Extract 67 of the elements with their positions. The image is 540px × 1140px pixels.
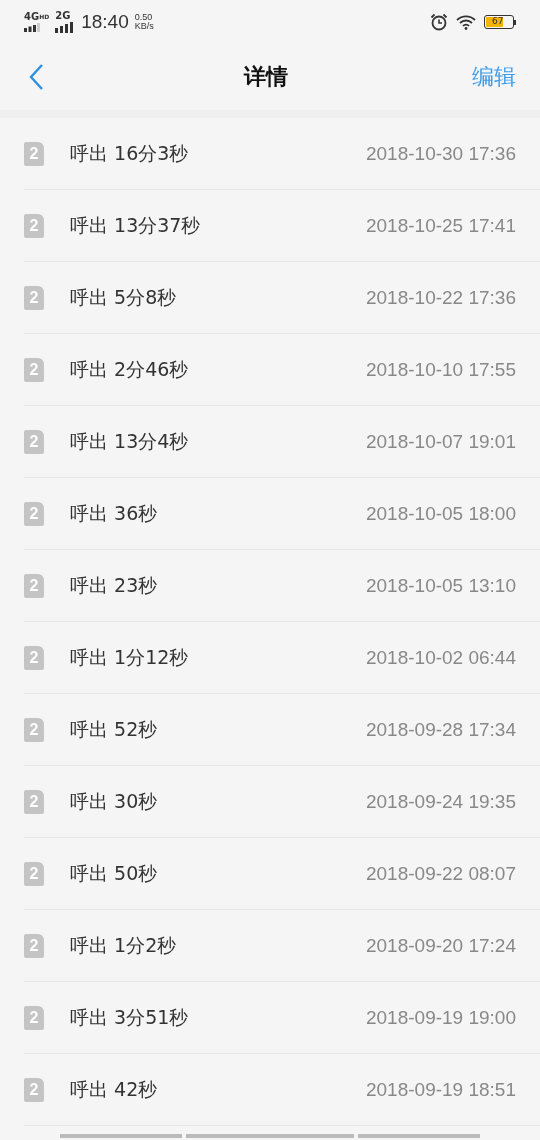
call-time: 2018-10-25 17:41	[366, 214, 516, 237]
call-duration: 呼出 13分4秒	[70, 428, 190, 454]
call-time: 2018-10-05 18:00	[366, 502, 516, 525]
call-duration: 呼出 50秒	[70, 860, 159, 886]
call-time: 2018-09-28 17:34	[366, 718, 516, 741]
sim-card-icon: 2	[24, 861, 44, 886]
battery-icon: 67	[484, 15, 516, 29]
call-duration: 呼出 36秒	[70, 500, 159, 526]
call-time: 2018-10-22 17:36	[366, 286, 516, 309]
call-time: 2018-09-20 17:24	[366, 934, 516, 957]
call-time: 2018-09-22 08:07	[366, 862, 516, 885]
call-time: 2018-09-19 19:00	[366, 1006, 516, 1029]
call-log-item[interactable]: 2 呼出 42秒 2018-09-19 18:51	[24, 1054, 540, 1126]
call-time: 2018-10-02 06:44	[366, 646, 516, 669]
clock-time: 18:40	[81, 11, 129, 33]
call-duration: 呼出 3分51秒	[70, 1004, 190, 1030]
call-time: 2018-09-19 18:51	[366, 1078, 516, 1101]
speed-unit: KB/s	[134, 22, 154, 31]
call-log-item[interactable]: 2 呼出 23秒 2018-10-05 13:10	[24, 550, 540, 622]
network-label: 2G	[55, 11, 71, 21]
sim-card-icon: 2	[24, 1077, 44, 1102]
page-title: 详情	[244, 63, 288, 91]
call-log-item[interactable]: 2 呼出 1分12秒 2018-10-02 06:44	[24, 622, 540, 694]
speed-value: 0.50	[134, 13, 154, 22]
back-icon[interactable]	[28, 63, 44, 91]
call-log-item[interactable]: 2 呼出 50秒 2018-09-22 08:07	[24, 838, 540, 910]
call-duration: 呼出 1分2秒	[70, 932, 178, 958]
call-time: 2018-10-07 19:01	[366, 430, 516, 453]
wifi-icon	[456, 14, 476, 30]
call-duration: 呼出 30秒	[70, 788, 159, 814]
call-log-item[interactable]: 2 呼出 5分8秒 2018-10-22 17:36	[24, 262, 540, 334]
call-time: 2018-09-24 19:35	[366, 790, 516, 813]
call-log-item[interactable]: 2 呼出 30秒 2018-09-24 19:35	[24, 766, 540, 838]
sim-card-icon: 2	[24, 501, 44, 526]
signal-icon	[24, 23, 40, 32]
sim-card-icon: 2	[24, 717, 44, 742]
sim-card-icon: 2	[24, 789, 44, 814]
sim-card-icon: 2	[24, 429, 44, 454]
call-time: 2018-10-10 17:55	[366, 358, 516, 381]
call-duration: 呼出 2分46秒	[70, 356, 190, 382]
sim-card-icon: 2	[24, 645, 44, 670]
call-duration: 呼出 42秒	[70, 1076, 159, 1102]
call-log-item[interactable]: 2 呼出 2分46秒 2018-10-10 17:55	[24, 334, 540, 406]
call-log-item[interactable]: 2 呼出 3分51秒 2018-09-19 19:00	[24, 982, 540, 1054]
call-log-item[interactable]: 2 呼出 36秒 2018-10-05 18:00	[24, 478, 540, 550]
call-duration: 呼出 13分37秒	[70, 212, 202, 238]
sim-card-icon: 2	[24, 573, 44, 598]
alarm-icon	[430, 13, 448, 31]
call-duration: 呼出 52秒	[70, 716, 159, 742]
call-log-item[interactable]: 2 呼出 13分37秒 2018-10-25 17:41	[24, 190, 540, 262]
call-duration: 呼出 5分8秒	[70, 284, 178, 310]
call-time: 2018-10-30 17:36	[366, 142, 516, 165]
call-log-item[interactable]: 2 呼出 52秒 2018-09-28 17:34	[24, 694, 540, 766]
call-duration: 呼出 16分3秒	[70, 140, 190, 166]
signal-icon	[55, 22, 76, 33]
sim-card-icon: 2	[24, 141, 44, 166]
sim-card-icon: 2	[24, 933, 44, 958]
call-log-item[interactable]: 2 呼出 1分2秒 2018-09-20 17:24	[24, 910, 540, 982]
call-time: 2018-10-05 13:10	[366, 574, 516, 597]
sim-card-icon: 2	[24, 1005, 44, 1030]
sim-card-icon: 2	[24, 213, 44, 238]
call-log-item[interactable]: 2 呼出 16分3秒 2018-10-30 17:36	[24, 118, 540, 190]
sim-card-icon: 2	[24, 285, 44, 310]
call-duration: 呼出 23秒	[70, 572, 159, 598]
call-log-item[interactable]: 2 呼出 13分4秒 2018-10-07 19:01	[24, 406, 540, 478]
call-duration: 呼出 1分12秒	[70, 644, 190, 670]
sim-card-icon: 2	[24, 357, 44, 382]
